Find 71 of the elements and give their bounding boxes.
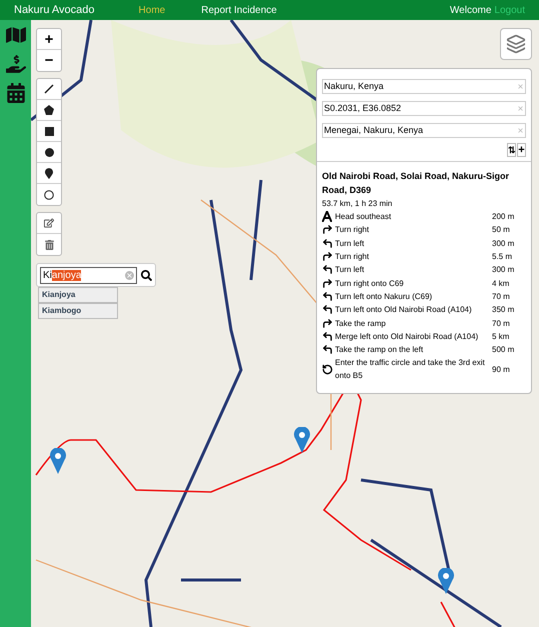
welcome-text: Welcome	[450, 4, 492, 18]
marker-icon	[45, 168, 53, 178]
search-icon[interactable]	[141, 270, 152, 280]
step-instruction: Take the ramp	[335, 318, 387, 330]
step-distance: 200 m	[492, 211, 514, 224]
turn-left-icon	[322, 330, 333, 342]
calendar-icon[interactable]	[6, 83, 26, 103]
turn-left-icon	[322, 290, 333, 302]
layers-icon	[506, 34, 526, 54]
step-instruction: Turn right	[335, 224, 370, 236]
step-instruction: Head southeast	[335, 211, 392, 224]
turn-left-icon	[322, 238, 333, 249]
edit-icon	[44, 218, 54, 228]
step-instruction: Turn right onto C69	[335, 278, 405, 290]
waypoint-field[interactable]: S0.2031, E36.0852	[322, 101, 526, 116]
waypoint-field[interactable]: Menegai, Nakuru, Kenya	[322, 123, 526, 138]
trash-icon	[44, 240, 54, 250]
nav-link[interactable]: Report Incidence	[201, 2, 277, 18]
turn-right-icon	[322, 251, 333, 262]
add-waypoint-button[interactable]: +	[517, 143, 526, 157]
map-pin-icon[interactable]	[294, 427, 310, 453]
step-instruction: Turn left onto Nakuru (C69)	[335, 290, 434, 303]
step-distance: 350 m	[492, 304, 514, 316]
step-distance: 70 m	[492, 318, 510, 330]
step-distance: 5.5 m	[492, 251, 512, 264]
search-text: Kianjoya	[43, 268, 82, 282]
turn-right-icon	[322, 278, 333, 289]
turn-right-icon	[322, 224, 333, 236]
square-icon	[44, 126, 54, 136]
turn-left-icon	[322, 304, 333, 316]
waypoint-text: Menegai, Nakuru, Kenya	[324, 124, 424, 137]
waypoint-text: Nakuru, Kenya	[324, 80, 385, 93]
brand-title[interactable]: Nakuru Avocado	[14, 2, 95, 18]
step-instruction: Turn left	[335, 238, 366, 250]
step-instruction: Turn left onto Old Nairobi Road (A104)	[335, 304, 473, 316]
layers-button[interactable]	[500, 28, 532, 60]
step-distance: 5 km	[492, 330, 510, 343]
step-instruction: Merge left onto Old Nairobi Road (A104)	[335, 330, 480, 343]
map-icon[interactable]	[6, 25, 26, 45]
step-instruction: Enter the traffic circle and take the 3rd exit onto B5	[335, 357, 486, 382]
reverse-button[interactable]: ⇅	[507, 143, 516, 157]
circle-icon	[44, 148, 54, 156]
zoom-in-button[interactable]: +	[37, 29, 61, 50]
waypoint-text: S0.2031, E36.0852	[324, 102, 402, 115]
depart-icon	[322, 211, 332, 222]
step-distance: 500 m	[492, 344, 514, 356]
step-distance: 300 m	[492, 238, 514, 250]
step-instruction: Turn left	[335, 264, 366, 276]
step-distance: 90 m	[492, 364, 510, 376]
pentagon-icon	[44, 105, 54, 115]
route-summary: 53.7 km, 1 h 23 min	[322, 198, 394, 210]
map-pin-icon[interactable]	[438, 568, 454, 594]
suggestion-item[interactable]: Kianjoya	[38, 287, 118, 303]
search-field[interactable]: Kianjoya	[40, 266, 137, 284]
step-distance: 4 km	[492, 278, 510, 290]
turn-right-icon	[322, 318, 333, 329]
step-distance: 300 m	[492, 264, 514, 276]
step-instruction: Take the ramp on the left	[335, 344, 424, 356]
hand-icon[interactable]	[6, 54, 26, 74]
waypoint-field[interactable]: Nakuru, Kenya	[322, 79, 526, 94]
step-distance: 50 m	[492, 224, 510, 236]
turn-left-icon	[322, 264, 333, 276]
step-instruction: Turn right	[335, 251, 370, 264]
route-title: Old Nairobi Road, Solai Road, Nakuru-Sigor Road, D369	[322, 170, 510, 197]
step-distance: 70 m	[492, 290, 510, 303]
circle-outline-icon	[44, 190, 54, 200]
roundabout-icon	[322, 364, 333, 375]
zoom-out-button[interactable]: −	[37, 50, 61, 71]
turn-left-icon	[322, 344, 333, 356]
suggestion-item[interactable]: Kiambogo	[38, 303, 118, 319]
line-icon	[44, 84, 54, 94]
